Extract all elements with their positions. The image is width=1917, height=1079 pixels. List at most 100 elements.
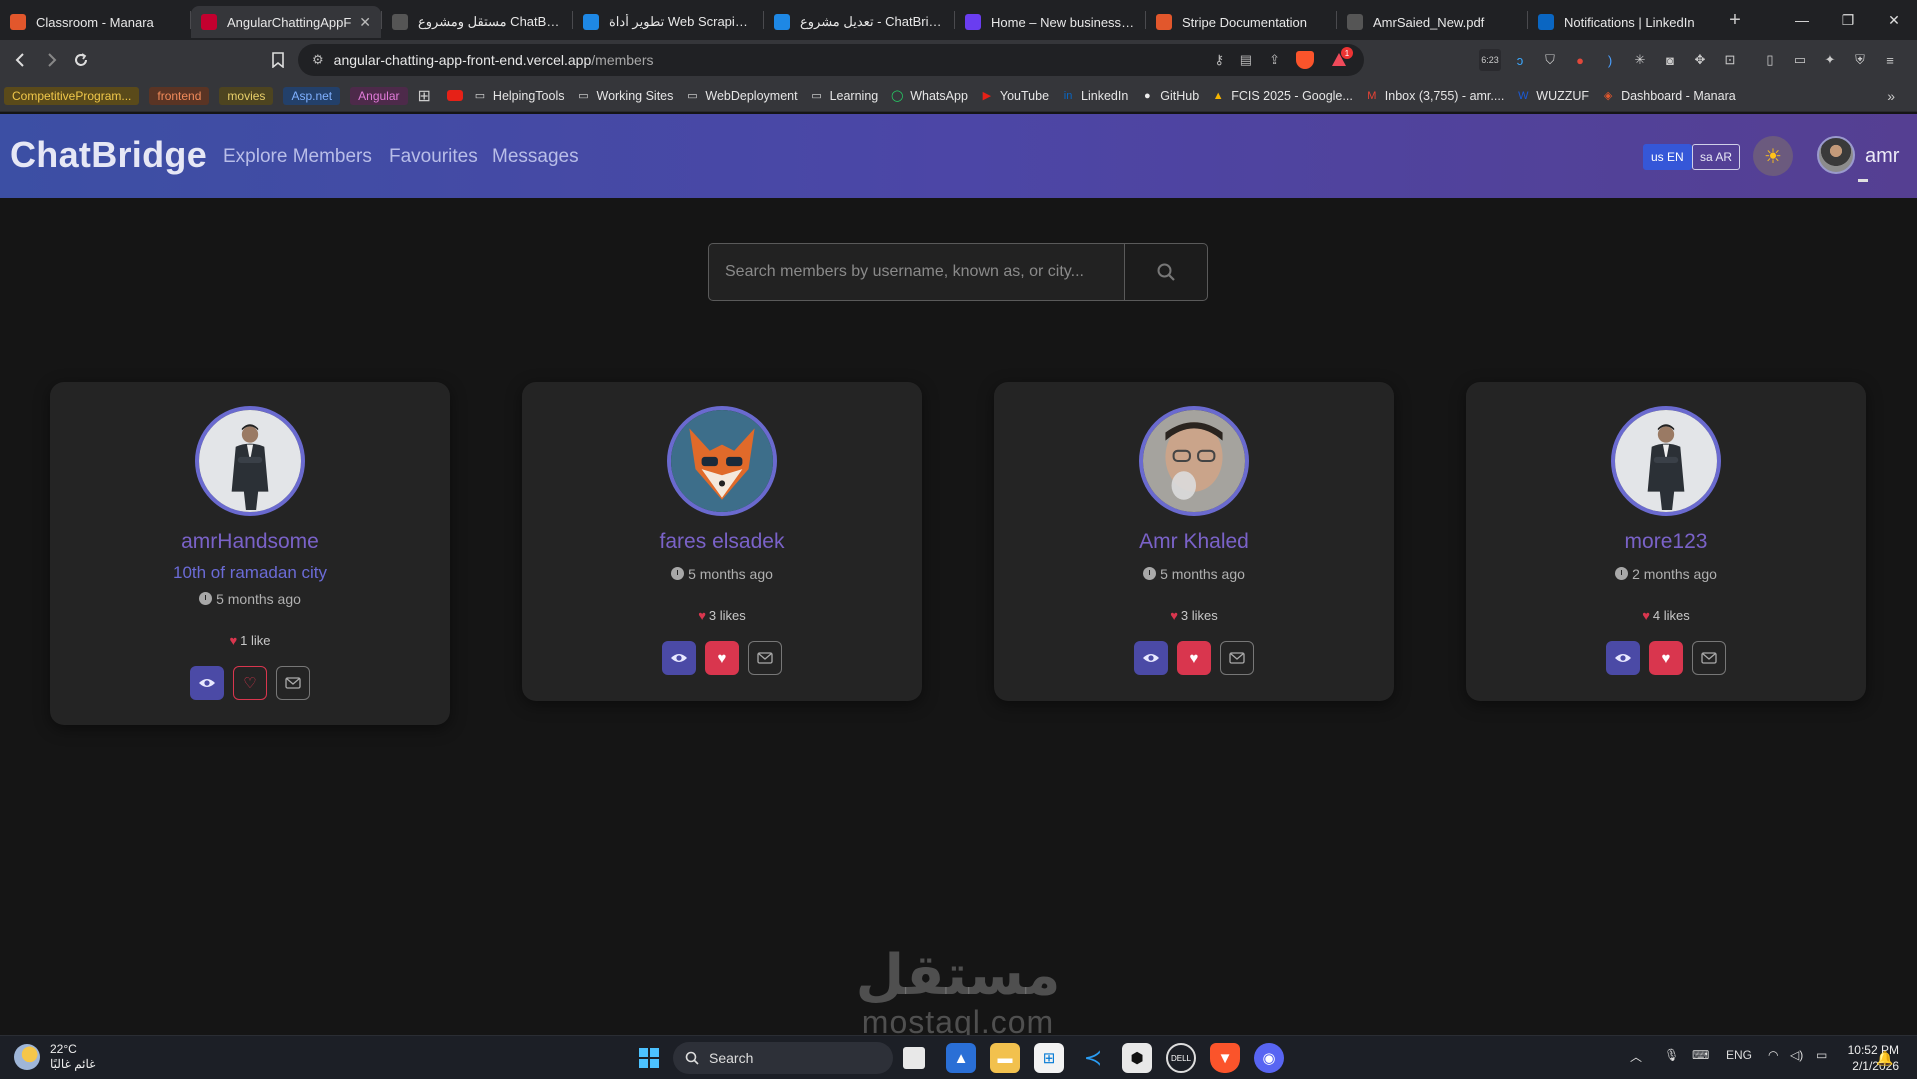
reader-mode-icon[interactable]: ▤ xyxy=(1240,52,1252,68)
start-button[interactable] xyxy=(634,1043,664,1073)
sidebar-toggle-icon[interactable]: ▯ xyxy=(1759,49,1781,71)
restore-button[interactable]: ❐ xyxy=(1825,0,1871,40)
more-bookmarks-button[interactable]: » xyxy=(1887,88,1895,104)
favourite-button[interactable]: ♡ xyxy=(233,666,267,700)
bookmark-button[interactable] xyxy=(263,45,293,75)
lang-ar-button[interactable]: sa AR xyxy=(1692,144,1741,170)
message-button[interactable] xyxy=(1220,641,1254,675)
bookmark-item[interactable]: ▭ Learning xyxy=(810,89,878,103)
lang-en-button[interactable]: us EN xyxy=(1643,144,1692,170)
member-name[interactable]: Amr Khaled xyxy=(994,530,1394,554)
site-info-icon[interactable]: ⚙ xyxy=(312,52,324,68)
browser-tab[interactable]: مستقل ومشروع ChatBridge xyxy=(382,6,572,38)
microsoft-store-icon[interactable]: ⊞ xyxy=(1034,1043,1064,1073)
extensions-puzzle-icon[interactable]: ✥ xyxy=(1689,49,1711,71)
browser-tab[interactable]: Classroom - Manara xyxy=(0,6,190,38)
menu-icon[interactable]: ≡ xyxy=(1879,49,1901,71)
member-avatar[interactable] xyxy=(667,406,777,516)
minimize-button[interactable]: — xyxy=(1779,0,1825,40)
browser-tab[interactable]: Stripe Documentation xyxy=(1146,6,1336,38)
member-avatar[interactable] xyxy=(195,406,305,516)
member-name[interactable]: fares elsadek xyxy=(522,530,922,554)
extension-red-icon[interactable]: ● xyxy=(1569,49,1591,71)
browser-tab[interactable]: تطوير أداة Web Scraping ل xyxy=(573,6,763,38)
microphone-icon[interactable]: 🎙 xyxy=(1664,1048,1679,1062)
notification-bell-icon[interactable]: 🔔 xyxy=(1870,1043,1900,1073)
user-menu-caret[interactable] xyxy=(1858,179,1868,182)
browser-tab[interactable]: AmrSaied_New.pdf xyxy=(1337,6,1527,38)
nav-messages[interactable]: Messages xyxy=(492,146,579,168)
weather-widget[interactable]: 22°C غائم غالبًا xyxy=(14,1042,95,1072)
wallet-icon[interactable]: ▭ xyxy=(1789,49,1811,71)
view-profile-button[interactable] xyxy=(190,666,224,700)
bookmark-item[interactable]: ▭ HelpingTools xyxy=(473,89,565,103)
bookmark-folder-chip[interactable]: CompetitiveProgram... xyxy=(4,86,140,105)
bookmark-folder-chip[interactable]: movies xyxy=(219,86,274,105)
favourite-button[interactable]: ♥ xyxy=(1649,641,1683,675)
brave-rewards-icon[interactable]: 1 xyxy=(1330,47,1353,69)
vpn-shield-icon[interactable]: ⛨ xyxy=(1849,49,1871,71)
extension-search-icon[interactable]: ⊡ xyxy=(1719,49,1741,71)
nav-favourites[interactable]: Favourites xyxy=(389,146,478,168)
search-button[interactable] xyxy=(1125,243,1208,301)
theme-toggle-button[interactable]: ☀ xyxy=(1753,136,1793,176)
member-card[interactable]: Amr Khaled 5 months ago ♥ 3 likes ♥ xyxy=(994,382,1394,701)
reload-button[interactable] xyxy=(66,45,96,75)
dell-icon[interactable]: DELL xyxy=(1166,1043,1196,1073)
brave-browser-icon[interactable]: ▼ xyxy=(1210,1043,1240,1073)
file-explorer-icon[interactable]: ▬ xyxy=(990,1043,1020,1073)
terminal-app-icon[interactable]: ⬢ xyxy=(1122,1043,1152,1073)
battery-icon[interactable]: ▭ xyxy=(1816,1048,1827,1062)
extension-sun-icon[interactable]: ✳ xyxy=(1629,49,1651,71)
bookmark-item[interactable]: ▶ YouTube xyxy=(980,89,1049,103)
bookmark-folder-chip[interactable]: Angular xyxy=(350,86,408,105)
browser-tab[interactable]: Home – New business san xyxy=(955,6,1145,38)
extension-robot-icon[interactable]: ◙ xyxy=(1659,49,1681,71)
member-avatar[interactable] xyxy=(1139,406,1249,516)
extension-timer[interactable]: 6:23 xyxy=(1479,49,1501,71)
user-name[interactable]: amr xyxy=(1865,145,1899,168)
bookmark-item[interactable]: ◈ Dashboard - Manara xyxy=(1601,89,1736,103)
discord-icon[interactable]: ◉ xyxy=(1254,1043,1284,1073)
bookmark-item[interactable]: ● GitHub xyxy=(1140,89,1199,103)
message-button[interactable] xyxy=(276,666,310,700)
member-name[interactable]: amrHandsome xyxy=(50,530,450,554)
browser-tab[interactable]: تعديل مشروع - ChatBridge xyxy=(764,6,954,38)
close-window-button[interactable]: ✕ xyxy=(1871,0,1917,40)
bookmark-item[interactable]: ▭ WebDeployment xyxy=(685,89,797,103)
message-button[interactable] xyxy=(1692,641,1726,675)
extension-shield-icon[interactable]: ⛉ xyxy=(1539,49,1561,71)
volume-icon[interactable]: ◁) xyxy=(1790,1048,1803,1062)
taskbar-search[interactable]: Search xyxy=(673,1042,893,1074)
view-profile-button[interactable] xyxy=(1134,641,1168,675)
bookmark-item[interactable]: M Inbox (3,755) - amr.... xyxy=(1365,89,1504,103)
photos-app-icon[interactable]: ▲ xyxy=(946,1043,976,1073)
bookmark-item[interactable]: ▲ FCIS 2025 - Google... xyxy=(1211,89,1353,103)
input-language[interactable]: ENG xyxy=(1726,1048,1752,1062)
password-key-icon[interactable]: ⚷ xyxy=(1214,52,1224,68)
favourite-button[interactable]: ♥ xyxy=(705,641,739,675)
member-avatar[interactable] xyxy=(1611,406,1721,516)
user-avatar[interactable] xyxy=(1817,136,1855,174)
task-view-icon[interactable] xyxy=(903,1047,925,1069)
member-card[interactable]: fares elsadek 5 months ago ♥ 3 likes ♥ xyxy=(522,382,922,701)
member-card[interactable]: amrHandsome 10th of ramadan city 5 months … xyxy=(50,382,450,725)
bookmark-item[interactable]: ◯ WhatsApp xyxy=(890,89,968,103)
tab-close-icon[interactable]: ✕ xyxy=(359,14,371,31)
nav-explore-members[interactable]: Explore Members xyxy=(223,146,372,168)
view-profile-button[interactable] xyxy=(662,641,696,675)
member-name[interactable]: more123 xyxy=(1466,530,1866,554)
leo-ai-icon[interactable]: ✦ xyxy=(1819,49,1841,71)
brand-logo[interactable]: ChatBridge xyxy=(10,134,207,176)
browser-tab[interactable]: Notifications | LinkedIn xyxy=(1528,6,1718,38)
browser-tab[interactable]: AngularChattingAppF ✕ xyxy=(191,6,381,38)
wifi-icon[interactable]: ◠ xyxy=(1768,1048,1778,1062)
bookmark-item[interactable]: in LinkedIn xyxy=(1061,89,1129,103)
address-bar[interactable]: ⚙ angular-chatting-app-front-end.vercel.… xyxy=(298,44,1364,76)
search-input[interactable] xyxy=(708,243,1125,301)
vscode-icon[interactable]: ≺ xyxy=(1078,1043,1108,1073)
bookmark-folder-chip[interactable]: frontend xyxy=(149,86,210,105)
message-button[interactable] xyxy=(748,641,782,675)
extension-blue-icon[interactable]: ↄ xyxy=(1509,49,1531,71)
extension-wave-icon[interactable]: ) xyxy=(1599,49,1621,71)
